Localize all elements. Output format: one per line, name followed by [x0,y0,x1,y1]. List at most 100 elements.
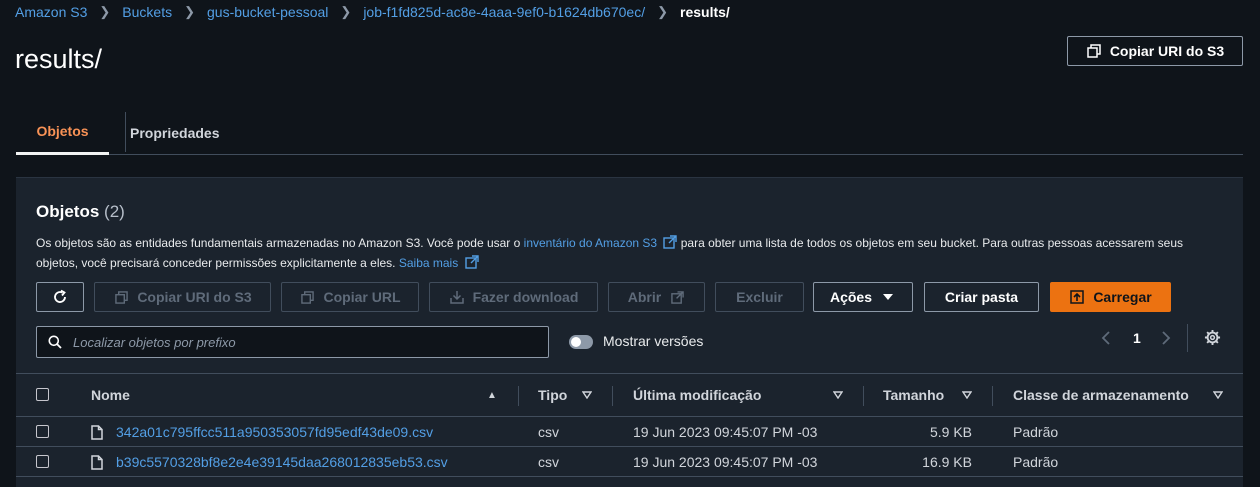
refresh-icon [52,289,68,305]
create-folder-label: Criar pasta [944,289,1019,305]
row-checkbox[interactable] [36,425,49,438]
breadcrumb-job-folder[interactable]: job-f1fd825d-ac8e-4aaa-9ef0-b1624db670ec… [363,4,645,20]
copy-url-button[interactable]: Copiar URL [281,282,419,312]
chevron-right-icon: ❯ [184,4,195,19]
column-divider [518,386,519,406]
search-input[interactable] [73,334,533,350]
column-header-modified[interactable]: Última modificação [633,374,761,416]
breadcrumb-amazon-s3[interactable]: Amazon S3 [15,4,87,20]
table-row: b39c5570328bf8e2e4e39145daa268012835eb53… [16,447,1243,477]
toggle-knob [571,337,581,347]
object-modified: 19 Jun 2023 09:45:07 PM -03 [633,454,818,470]
gear-icon [1204,329,1221,346]
tabs: Objetos Propriedades [16,110,1243,155]
open-button[interactable]: Abrir [608,282,705,312]
sort-icon[interactable] [582,374,592,416]
copy-s3-uri-label: Copiar URI do S3 [137,289,252,305]
copy-icon [113,289,129,305]
object-modified: 19 Jun 2023 09:45:07 PM -03 [633,424,818,440]
learn-more-link[interactable]: Saiba mais [398,255,479,270]
delete-button[interactable]: Excluir [715,282,804,312]
copy-s3-uri-header-label: Copiar URI do S3 [1109,43,1225,59]
external-link-icon [464,255,479,269]
external-link-icon [669,289,685,305]
column-storage-class-label: Classe de armazenamento [1013,387,1189,403]
actions-label: Ações [829,289,873,305]
table-row: 342a01c795ffcc511a950353057fd95edf43de09… [16,417,1243,447]
chevron-right-icon [1162,331,1171,345]
upload-label: Carregar [1093,289,1152,305]
pager-divider [1187,324,1188,352]
upload-icon [1069,289,1085,305]
column-name-label: Nome [91,387,130,403]
page-title: results/ [15,44,103,74]
object-name-link[interactable]: b39c5570328bf8e2e4e39145daa268012835eb53… [116,447,448,477]
objects-panel: Objetos (2) Os objetos são as entidades … [16,177,1243,487]
chevron-right-icon: ❯ [99,4,111,19]
breadcrumb-current: results/ [680,4,730,20]
next-page-button[interactable] [1160,330,1172,346]
column-header-name[interactable]: Nome [91,374,130,416]
create-folder-button[interactable]: Criar pasta [924,282,1039,312]
column-modified-label: Última modificação [633,387,762,403]
copy-icon [300,289,316,305]
object-type: csv [538,424,559,440]
previous-page-button[interactable] [1100,330,1112,346]
breadcrumb-bucket[interactable]: gus-bucket-pessoal [207,4,328,20]
column-divider [612,386,613,406]
refresh-button[interactable] [36,282,84,312]
object-name-link[interactable]: 342a01c795ffcc511a950353057fd95edf43de09… [116,417,433,447]
breadcrumb-buckets[interactable]: Buckets [122,4,172,20]
tab-objects[interactable]: Objetos [16,110,109,155]
column-header-type[interactable]: Tipo [538,374,567,416]
copy-icon [1086,43,1102,59]
chevron-right-icon: ❯ [340,4,352,19]
file-icon [91,447,103,477]
objects-title-text: Objetos [36,202,100,221]
column-divider [863,386,864,406]
chevron-left-icon [1101,331,1110,345]
sort-icon[interactable] [1213,374,1223,416]
actions-dropdown[interactable]: Ações [813,282,913,312]
search-icon [47,334,63,350]
copy-s3-uri-button[interactable]: Copiar URI do S3 [94,282,271,312]
sort-icon[interactable] [833,374,843,416]
download-icon [449,289,465,305]
column-divider [992,386,993,406]
learn-more-label: Saiba mais [398,256,459,270]
object-size: 5.9 KB [929,424,972,440]
inventory-link[interactable]: inventário do Amazon S3 [524,235,678,250]
download-label: Fazer download [472,289,579,305]
tab-objects-label: Objetos [36,123,89,139]
column-size-label: Tamanho [883,387,945,403]
page-number[interactable]: 1 [1133,330,1141,346]
show-versions-label: Mostrar versões [603,333,704,349]
tab-properties-label: Propriedades [130,124,220,141]
chevron-right-icon: ❯ [657,4,668,19]
external-link-icon [663,235,678,249]
sort-icon[interactable] [962,374,972,416]
tab-divider [125,112,126,152]
objects-description: Os objetos são as entidades fundamentais… [36,233,1216,273]
select-all-checkbox[interactable] [36,388,49,401]
settings-button[interactable] [1204,329,1221,346]
objects-panel-title: Objetos (2) [36,202,125,222]
description-text-1: Os objetos são as entidades fundamentais… [36,236,524,250]
upload-button[interactable]: Carregar [1050,282,1171,312]
table-header: Nome ▲ Tipo Última modificação Tamanho C… [16,373,1243,417]
column-header-storage-class[interactable]: Classe de armazenamento [1013,374,1189,416]
tab-properties[interactable]: Propriedades [130,110,219,155]
search-box [36,326,549,358]
show-versions-toggle[interactable] [569,335,593,349]
sort-ascending-icon[interactable]: ▲ [487,374,497,416]
column-type-label: Tipo [538,387,568,403]
row-checkbox[interactable] [36,455,49,468]
breadcrumb: Amazon S3 ❯ Buckets ❯ gus-bucket-pessoal… [15,3,730,21]
object-storage-class: Padrão [1013,424,1059,440]
copy-s3-uri-header-button[interactable]: Copiar URI do S3 [1067,36,1243,66]
caret-down-icon [880,289,896,305]
open-label: Abrir [627,289,662,305]
column-header-size[interactable]: Tamanho [883,374,944,416]
download-button[interactable]: Fazer download [429,282,598,312]
object-size: 16.9 KB [922,454,972,470]
